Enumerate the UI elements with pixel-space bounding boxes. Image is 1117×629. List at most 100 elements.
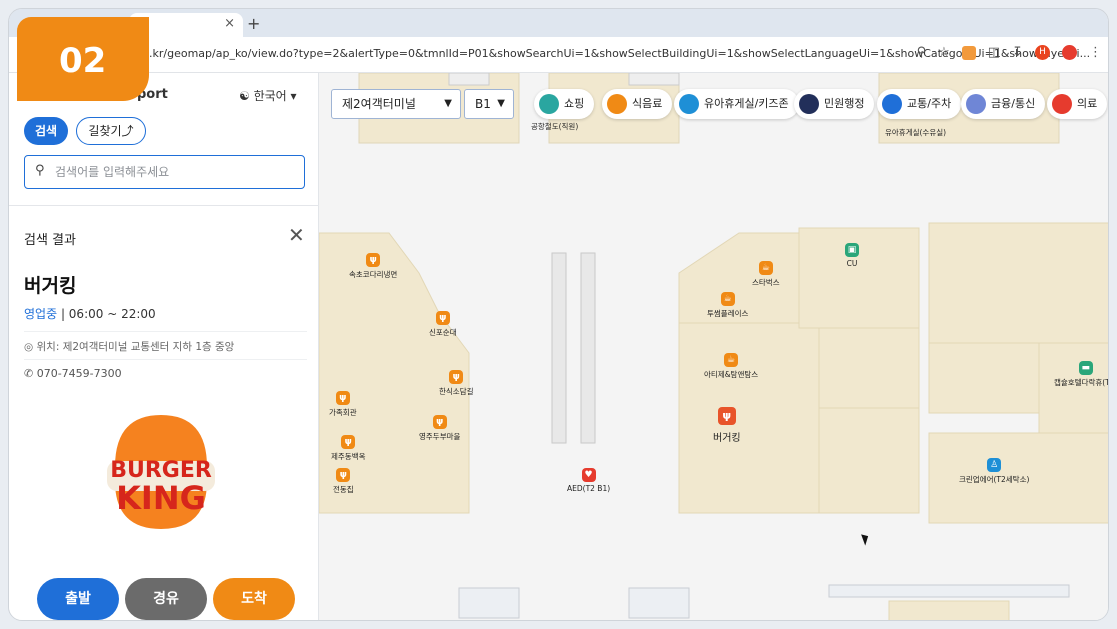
poi-capsule-hotel[interactable]: ▬ 캡슐호텔다락휴(T2) — [1054, 361, 1108, 388]
fork-knife-icon: ψ — [717, 407, 736, 425]
burger-king-logo: BURGER KING — [107, 415, 215, 529]
fork-knife-icon: ψ — [449, 370, 464, 384]
store-icon: ▣ — [845, 243, 859, 257]
category-label: 유아휴게실/키즈존 — [704, 97, 789, 110]
category-label: 민원행정 — [824, 97, 865, 110]
poi-sokcho[interactable]: ψ 속초코다리냉면 — [349, 253, 397, 280]
poi-sinpo[interactable]: ψ 신포순대 — [429, 311, 457, 338]
floor-plan — [319, 73, 1108, 620]
poi-label: 아티제&탐앤탐스 — [704, 370, 759, 379]
fork-knife-icon: ψ — [432, 415, 447, 429]
route-label: 길찾기 — [88, 124, 122, 138]
poi-nursing-room[interactable]: 유아휴게실(수유실) — [885, 125, 946, 138]
fork-knife-icon: ψ — [366, 253, 381, 267]
search-tab-button[interactable]: 검색 — [24, 117, 68, 145]
poi-label: 투썸플레이스 — [707, 309, 749, 318]
search-field[interactable]: ⚲ — [24, 155, 305, 189]
category-nursing[interactable]: 유아휴게실/키즈존 — [674, 89, 799, 119]
download-icon[interactable]: ↧ — [1012, 45, 1023, 60]
logo-text-king: KING — [116, 479, 206, 517]
phone-text: ✆ 070-7459-7300 — [24, 367, 122, 380]
poi-yeongju[interactable]: ψ 영주두부마을 — [419, 415, 460, 442]
heart-icon: ♥ — [581, 468, 596, 482]
browser-window: × + .kr/geomap/ap_ko/view.do?type=2&aler… — [8, 8, 1109, 621]
civil-service-icon — [799, 94, 819, 114]
bus-icon — [882, 94, 902, 114]
coffee-icon: ☕ — [724, 353, 739, 367]
poi-burger-king[interactable]: ψ 버거킹 — [713, 407, 741, 444]
divider — [24, 359, 307, 360]
extensions-puzzle-icon[interactable]: ◫ — [988, 45, 1000, 60]
search-icon: ⚲ — [35, 163, 45, 178]
category-food[interactable]: 식음료 — [602, 89, 673, 119]
poi-korean[interactable]: ψ 한식소담길 — [439, 370, 474, 397]
poi-label: 한식소담길 — [439, 387, 474, 396]
category-shopping[interactable]: 쇼핑 — [534, 89, 595, 119]
tab-close-icon[interactable]: × — [224, 16, 235, 31]
extension-icon[interactable] — [961, 45, 976, 60]
chevron-down-icon: ▼ — [444, 98, 452, 109]
open-status: 영업중 — [24, 307, 58, 321]
zoom-icon[interactable]: ⚲ — [917, 45, 927, 60]
hours-value: 06:00 ~ 22:00 — [68, 307, 156, 321]
arrive-button[interactable]: 도착 — [213, 578, 295, 620]
extension-red-icon[interactable] — [1062, 45, 1077, 60]
language-label: 한국어 — [253, 89, 287, 103]
poi-aed[interactable]: ♥ AED(T2 B1) — [567, 468, 610, 493]
category-finance[interactable]: 금융/통신 — [961, 89, 1046, 119]
route-arrow-icon: ⤴ — [121, 124, 134, 138]
language-select[interactable]: ☯ 한국어 ▾ — [239, 87, 297, 104]
address-bar[interactable]: .kr/geomap/ap_ko/view.do?type=2&alertTyp… — [9, 37, 1108, 73]
menu-dots-icon[interactable]: ⋮ — [1089, 45, 1102, 60]
terminal-label: 제2여객터미널 — [342, 97, 416, 111]
new-tab-icon[interactable]: + — [247, 14, 260, 33]
step-number: 02 — [59, 41, 107, 81]
fork-knife-icon: ψ — [435, 311, 450, 325]
terminal-select[interactable]: 제2여객터미널 ▼ — [331, 89, 461, 119]
poi-label: 제주동백옥 — [331, 452, 366, 461]
poi-cleaning[interactable]: ♙ 크린업에어(T2세탁소) — [959, 458, 1029, 485]
bank-icon — [966, 94, 986, 114]
coffee-icon: ☕ — [758, 261, 773, 275]
poi-cu[interactable]: ▣ CU — [845, 243, 859, 268]
level-label: B1 — [475, 97, 491, 111]
bed-icon: ▬ — [1078, 361, 1093, 375]
category-label: 의료 — [1077, 97, 1098, 110]
poi-tomntoms[interactable]: ☕ 아티제&탐앤탐스 — [704, 353, 758, 380]
category-label: 교통/주차 — [907, 97, 952, 110]
via-button[interactable]: 경유 — [125, 578, 207, 620]
category-transport[interactable]: 교통/주차 — [877, 89, 962, 119]
route-actions: 출발 경유 도착 — [9, 578, 319, 620]
poi-jeju[interactable]: ψ 제주동백옥 — [331, 435, 366, 462]
poi-label: 영주두부마을 — [419, 432, 461, 441]
category-medical[interactable]: 의료 — [1047, 89, 1108, 119]
poi-label: 신포순대 — [429, 328, 457, 337]
phone-icon: ✆ — [24, 367, 34, 380]
route-tab-button[interactable]: 길찾기⤴ — [76, 117, 146, 145]
close-icon[interactable]: ✕ — [288, 223, 305, 247]
bookmark-star-icon[interactable]: ☆ — [938, 45, 950, 60]
fork-knife-icon: ψ — [335, 391, 350, 405]
business-hours: 영업중 | 06:00 ~ 22:00 — [24, 307, 156, 321]
poi-gajok[interactable]: ψ 가족회관 — [329, 391, 357, 418]
location-pin-icon: ◎ — [24, 341, 34, 353]
poi-twosome[interactable]: ☕ 투썸플레이스 — [707, 292, 748, 319]
search-input[interactable] — [55, 160, 295, 184]
poi-railway[interactable]: 공항철도(직원) — [531, 119, 578, 132]
poi-starbucks[interactable]: ☕ 스타벅스 — [752, 261, 780, 288]
food-icon — [607, 94, 627, 114]
browser-toolbar: ⚲ ☆ ◫ ↧ H ⋮ — [917, 45, 1102, 60]
poi-label: CU — [846, 259, 858, 268]
poi-jeondong[interactable]: ψ 전동집 — [333, 468, 354, 495]
location-text: ◎ 위치: 제2여객터미널 교통센터 지하 1층 중앙 — [24, 339, 234, 354]
category-label: 식음료 — [632, 97, 663, 110]
place-name: 버거킹 — [24, 275, 77, 297]
level-select[interactable]: B1 ▼ — [464, 89, 514, 119]
map-view[interactable]: 제2여객터미널 ▼ B1 ▼ 쇼핑 식음료 유아휴게실/키즈존 민원행정 교통/주차… — [319, 73, 1108, 620]
korea-flag-icon: ☯ — [239, 89, 250, 103]
profile-avatar[interactable]: H — [1035, 45, 1050, 60]
step-badge: 02 — [17, 17, 149, 101]
depart-button[interactable]: 출발 — [37, 578, 119, 620]
search-panel: port ☯ 한국어 ▾ 검색 길찾기⤴ ⚲ 검색 결과 ✕ 버거킹 영업중 |… — [9, 73, 319, 620]
category-civil[interactable]: 민원행정 — [794, 89, 875, 119]
